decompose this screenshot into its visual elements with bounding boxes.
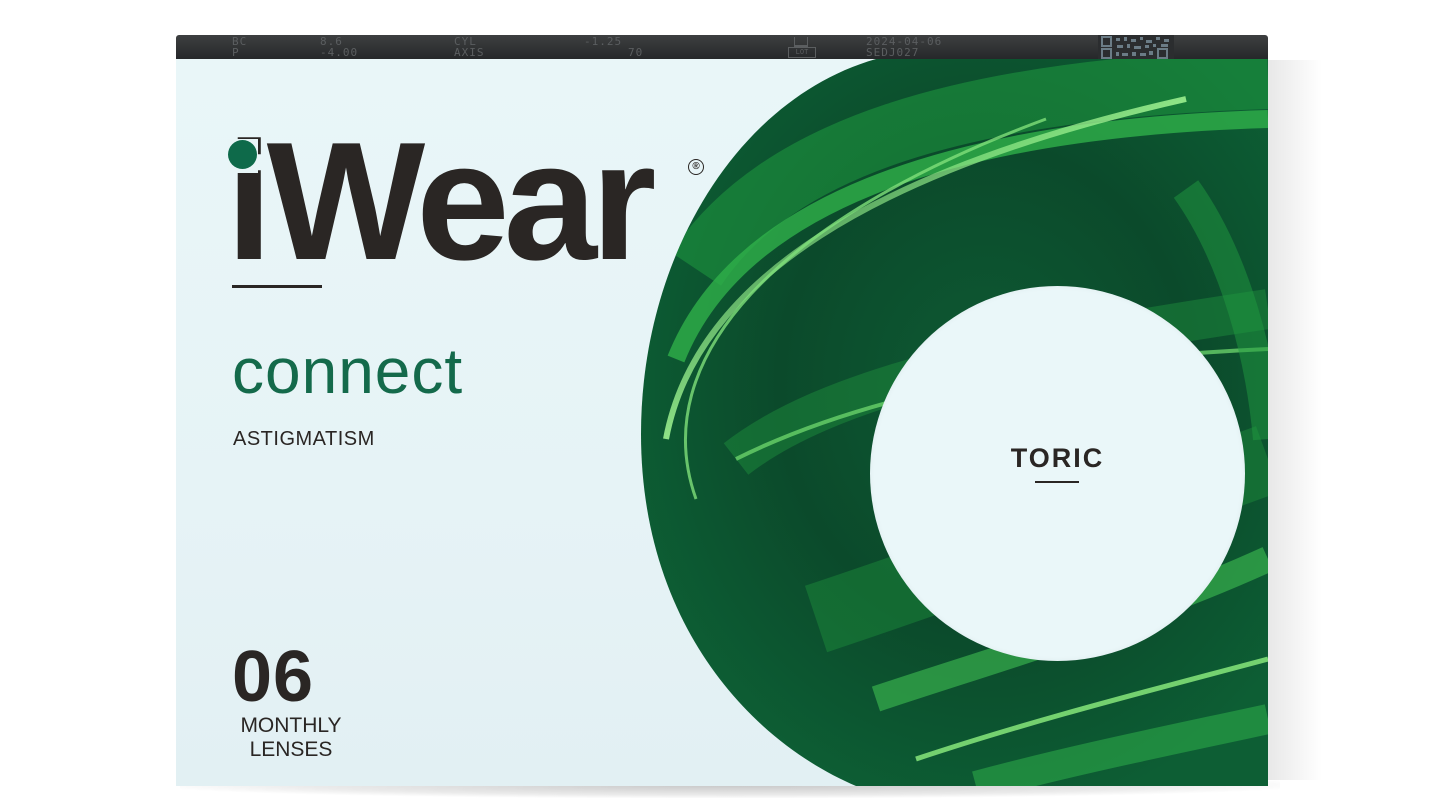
registered-mark: ® — [688, 159, 704, 175]
logo-dot-icon — [228, 140, 257, 169]
toric-badge: TORIC — [870, 286, 1245, 661]
toric-underline — [1035, 481, 1079, 483]
p-label: P — [232, 46, 240, 59]
unit-line-1: MONTHLY — [240, 714, 342, 737]
subbrand-name: connect — [232, 335, 464, 407]
hourglass-icon — [794, 37, 808, 47]
p-value: -4.00 — [320, 46, 359, 59]
lens-box: BC 8.6 CYL -1.25 P -4.00 AXIS 70 2024-04… — [176, 35, 1268, 786]
toric-label: TORIC — [1010, 443, 1105, 473]
lot-value: SEDJ027 — [866, 46, 920, 59]
indication-label: ASTIGMATISM — [233, 428, 375, 450]
side-shadow — [1262, 60, 1322, 780]
lens-count-unit: MONTHLY LENSES — [230, 714, 352, 762]
brand-logo: iWear — [226, 107, 656, 295]
box-front: iWear ® connect ASTIGMATISM 06 MONTHLY L… — [176, 59, 1268, 786]
axis-label: AXIS — [454, 46, 485, 59]
divider-rule — [232, 285, 322, 288]
prescription-strip: BC 8.6 CYL -1.25 P -4.00 AXIS 70 2024-04… — [176, 35, 1268, 59]
axis-value: 70 — [628, 46, 644, 59]
cyl-value: -1.25 — [584, 35, 623, 48]
lens-count: 06 — [232, 637, 315, 717]
qr-code-icon — [1098, 35, 1174, 59]
unit-line-2: LENSES — [249, 738, 333, 761]
lot-label: LOT — [788, 47, 816, 58]
